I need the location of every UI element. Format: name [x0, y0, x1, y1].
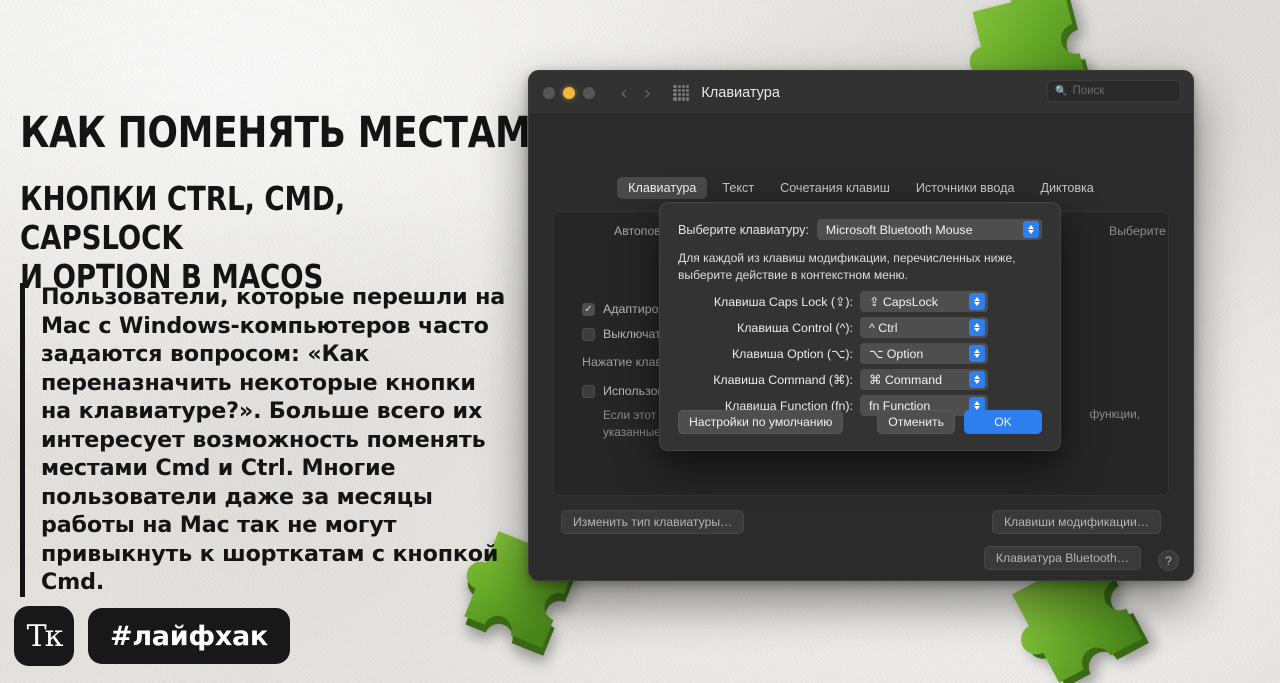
popup-option[interactable]: ⌥ Option — [860, 343, 988, 364]
modifier-keys-dialog: Выберите клавиатуру: Microsoft Bluetooth… — [659, 202, 1061, 451]
show-all-grid-icon[interactable] — [673, 84, 690, 101]
dialog-actions: Настройки по умолчанию Отменить OK — [678, 410, 1042, 434]
back-arrow-icon[interactable]: ‹ — [621, 84, 627, 101]
help-icon[interactable]: ? — [1158, 550, 1179, 571]
label-command: Клавиша Command (⌘): — [713, 373, 853, 387]
keyboard-selector-row: Выберите клавиатуру: Microsoft Bluetooth… — [678, 219, 1042, 240]
ok-button[interactable]: OK — [964, 410, 1042, 434]
keyboard-selector-popup[interactable]: Microsoft Bluetooth Mouse — [816, 219, 1042, 240]
change-keyboard-type-button[interactable]: Изменить тип клавиатуры… — [561, 510, 745, 534]
cancel-button[interactable]: Отменить — [877, 410, 955, 434]
value-capslock: ⇪ CapsLock — [869, 295, 938, 309]
chevron-updown-icon[interactable] — [969, 319, 985, 336]
checkbox-icon-disable[interactable] — [582, 328, 595, 341]
dialog-description: Для каждой из клавиш модификации, перечи… — [678, 251, 1016, 283]
checkbox-label-disable: Выключать — [603, 327, 668, 341]
article-quote-block: Пользователи, которые перешли на Mac с W… — [20, 283, 508, 597]
window-title: Клавиатура — [701, 84, 780, 101]
keyboard-selector-value: Microsoft Bluetooth Mouse — [825, 222, 973, 237]
checkbox-row-disable[interactable]: Выключать — [582, 327, 667, 341]
tab-text[interactable]: Текст — [711, 177, 765, 199]
headline-secondary: КНОПКИ CTRL, CMD, CAPSLOCK И OPTION В MAC… — [20, 179, 346, 296]
article-body-text: Пользователи, которые перешли на Mac с W… — [41, 284, 506, 596]
search-icon: 🔍 — [1055, 85, 1068, 97]
tab-shortcuts[interactable]: Сочетания клавиш — [769, 177, 901, 199]
modifier-row-control: Клавиша Control (^): ^ Ctrl — [678, 317, 1042, 338]
label-key-press: Нажатие клави — [582, 355, 669, 369]
tab-dictation[interactable]: Диктовка — [1029, 177, 1104, 199]
label-option: Клавиша Option (⌥): — [731, 347, 853, 361]
popup-capslock[interactable]: ⇪ CapsLock — [860, 291, 988, 312]
minimize-button-icon[interactable] — [563, 86, 575, 99]
article-column: КАК ПОМЕНЯТЬ МЕСТАМИ КНОПКИ CTRL, CMD, C… — [0, 0, 561, 683]
close-button-icon[interactable] — [543, 86, 555, 99]
checkmark-icon[interactable]: ✓ — [582, 303, 595, 316]
brand-hashtag-badge: #лайфхак — [88, 608, 290, 664]
label-control: Клавиша Control (^): — [736, 320, 853, 335]
chevron-updown-icon[interactable] — [969, 293, 985, 310]
maximize-button-icon[interactable] — [583, 86, 595, 99]
popup-command[interactable]: ⌘ Command — [860, 369, 988, 390]
bluetooth-keyboard-button[interactable]: Клавиатура Bluetooth… — [983, 546, 1141, 570]
value-command: ⌘ Command — [869, 373, 942, 387]
modifier-row-capslock: Клавиша Caps Lock (⇪): ⇪ CapsLock — [678, 291, 1042, 312]
keyboard-selector-label: Выберите клавиатуру: — [678, 222, 809, 237]
modifier-rows: Клавиша Caps Lock (⇪): ⇪ CapsLock Клавиш… — [678, 291, 1042, 416]
modifier-row-option: Клавиша Option (⌥): ⌥ Option — [678, 343, 1042, 364]
headline-primary: КАК ПОМЕНЯТЬ МЕСТАМИ — [20, 108, 561, 158]
window-titlebar: ‹ › Клавиатура 🔍 Поиск — [529, 71, 1193, 115]
search-input[interactable]: 🔍 Поиск — [1047, 80, 1181, 102]
forward-arrow-icon[interactable]: › — [645, 84, 651, 101]
restore-defaults-button[interactable]: Настройки по умолчанию — [678, 410, 844, 434]
modifier-keys-button[interactable]: Клавиши модификации… — [991, 510, 1161, 534]
popup-control[interactable]: ^ Ctrl — [860, 317, 988, 338]
value-control: ^ Ctrl — [869, 320, 898, 335]
brand-logo-icon: Тк — [14, 606, 74, 666]
preference-tabbar: Клавиатура Текст Сочетания клавиш Источн… — [529, 177, 1193, 199]
modifier-row-command: Клавиша Command (⌘): ⌘ Command — [678, 369, 1042, 390]
tab-keyboard[interactable]: Клавиатура — [617, 177, 708, 199]
search-placeholder: Поиск — [1072, 85, 1105, 97]
chevron-updown-icon[interactable] — [969, 371, 985, 388]
branding-row: Тк #лайфхак — [14, 606, 290, 666]
value-option: ⌥ Option — [869, 347, 924, 361]
checkbox-icon-use[interactable] — [582, 385, 595, 398]
checkbox-row-use[interactable]: Использова — [582, 384, 671, 398]
tab-input-sources[interactable]: Источники ввода — [905, 177, 1026, 199]
chevron-updown-icon[interactable] — [969, 345, 985, 362]
label-capslock: Клавиша Caps Lock (⇪): — [713, 295, 853, 309]
helper-note-right-fragment: функции, — [1089, 407, 1140, 421]
chevron-updown-icon[interactable] — [1023, 221, 1039, 238]
label-choose-fragment: Выберите — [1109, 224, 1166, 238]
